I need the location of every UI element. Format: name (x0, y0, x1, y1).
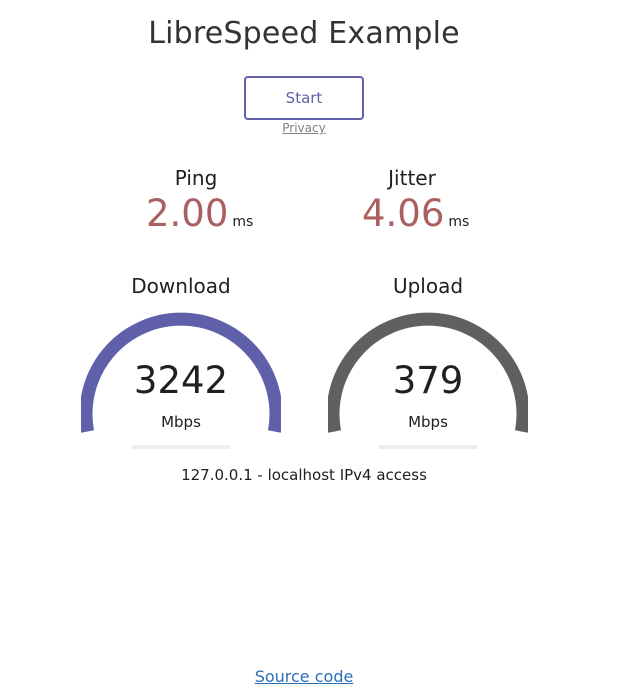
upload-label: Upload (392, 274, 464, 298)
download-value: 3242 (133, 359, 229, 402)
jitter-label: Jitter (388, 166, 436, 190)
jitter-meter: 4.06 ms (362, 192, 469, 235)
ping-unit: ms (232, 214, 254, 230)
upload-progress-bar (379, 445, 477, 449)
source-code-link[interactable]: Source code (0, 667, 608, 686)
upload-unit: Mbps (408, 413, 448, 431)
download-label: Download (131, 274, 231, 298)
download-unit: Mbps (161, 413, 201, 431)
ping-area: Ping (146, 166, 246, 190)
ping-value: 2.00 (146, 192, 229, 235)
download-area: Download (81, 274, 281, 298)
ping-label: Ping (174, 166, 218, 190)
jitter-unit: ms (448, 214, 470, 230)
download-progress-bar (132, 445, 230, 449)
jitter-area: Jitter (362, 166, 462, 190)
privacy-link[interactable]: Privacy (244, 121, 364, 135)
ip-info: 127.0.0.1 - localhost IPv4 access (181, 466, 427, 484)
upload-value: 379 (392, 359, 464, 402)
ping-meter: 2.00 ms (146, 192, 253, 235)
start-button[interactable]: Start (244, 76, 364, 120)
page-title: LibreSpeed Example (148, 16, 460, 51)
jitter-value: 4.06 (362, 192, 445, 235)
upload-area: Upload (328, 274, 528, 298)
